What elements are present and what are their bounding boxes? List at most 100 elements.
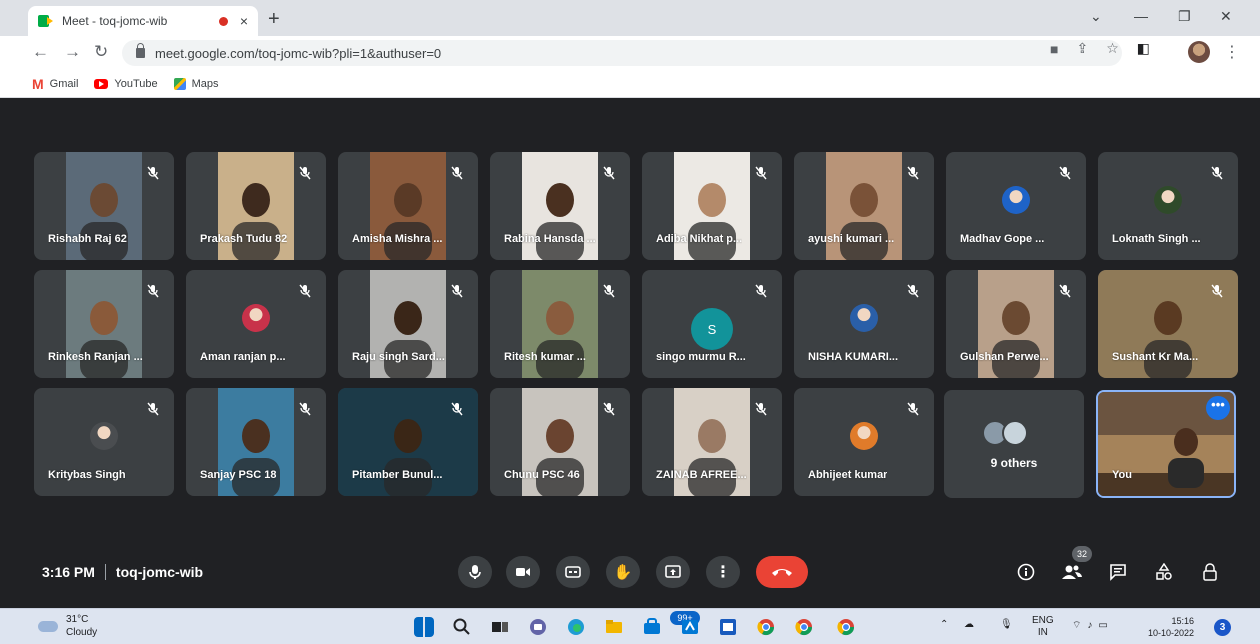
show-hidden-icons[interactable]: ⌃ (940, 619, 948, 630)
participant-name: Gulshan Perwe... (960, 351, 1049, 363)
share-icon[interactable]: ⇪ (1076, 40, 1088, 57)
mic-toggle-button[interactable] (458, 556, 492, 588)
divider (104, 564, 106, 580)
participant-tile[interactable]: Amisha Mishra ... (338, 152, 478, 260)
word-icon[interactable] (718, 617, 738, 637)
tab-search-chevron-icon[interactable]: ⌄ (1090, 8, 1102, 25)
participant-tile[interactable]: Rinkesh Ranjan ... (34, 270, 174, 378)
forward-button[interactable]: → (64, 42, 81, 62)
weather-text: 31°C Cloudy (66, 613, 97, 639)
others-tile[interactable]: 9 others (944, 390, 1084, 498)
network-volume-battery-icons[interactable]: ⌔♪▭ (1072, 619, 1114, 632)
lock-person-icon (1203, 563, 1217, 581)
participant-tile[interactable]: Raju singh Sard... (338, 270, 478, 378)
url-text: meet.google.com/toq-jomc-wib?pli=1&authu… (155, 45, 442, 61)
bookmark-gmail[interactable]: M Gmail (32, 76, 78, 92)
participant-avatar (242, 304, 270, 332)
camera-toggle-button[interactable] (506, 556, 540, 588)
store-icon[interactable] (642, 617, 662, 637)
notification-badge[interactable]: 3 (1214, 619, 1231, 636)
bookmark-label: YouTube (114, 77, 158, 90)
back-button[interactable]: ← (32, 42, 49, 62)
participant-tile[interactable]: Ritesh kumar ... (490, 270, 630, 378)
reload-button[interactable]: ↻ (94, 42, 108, 62)
meet-tab[interactable]: Meet - toq-jomc-wib × (28, 6, 258, 36)
chrome-active-icon[interactable] (836, 617, 856, 637)
participant-name: Madhav Gope ... (960, 233, 1045, 245)
participant-tile[interactable]: Chunu PSC 46 (490, 388, 630, 496)
bookmark-maps[interactable]: Maps (173, 77, 219, 90)
taskbar-clock[interactable]: 15:16 10-10-2022 (1148, 615, 1194, 639)
onedrive-icon[interactable]: ☁ (964, 619, 974, 630)
leave-call-button[interactable] (756, 556, 808, 588)
chrome-profile-icon[interactable] (794, 617, 814, 637)
mic-tray-icon[interactable]: 🎙 (1000, 619, 1013, 630)
browser-tab-bar: Meet - toq-jomc-wib × + ⌄ — ❐ ✕ (0, 0, 1260, 36)
edge-icon[interactable] (566, 617, 586, 637)
participant-tile[interactable]: Abhijeet kumar (794, 388, 934, 496)
participant-tile[interactable]: Rishabh Raj 62 (34, 152, 174, 260)
participant-tile[interactable]: Loknath Singh ... (1098, 152, 1238, 260)
bookmark-star-icon[interactable]: ☆ (1106, 40, 1119, 57)
search-icon[interactable] (452, 617, 472, 637)
participant-tile[interactable]: ZAINAB AFREE... (642, 388, 782, 496)
task-view-icon[interactable] (490, 617, 510, 637)
recording-indicator-icon (218, 16, 228, 26)
participant-tile[interactable]: ayushi kumari ... (794, 152, 934, 260)
participant-tile[interactable]: Kritybas Singh (34, 388, 174, 496)
participant-tile[interactable]: Adiba Nikhat p... (642, 152, 782, 260)
window-close-button[interactable]: ✕ (1220, 8, 1232, 25)
browser-menu-icon[interactable]: ⋮ (1224, 42, 1240, 62)
present-screen-button[interactable] (656, 556, 690, 588)
participant-tile[interactable]: Pitamber Bunul... (338, 388, 478, 496)
participant-tile[interactable]: Rabina Hansda ... (490, 152, 630, 260)
participant-name: Kritybas Singh (48, 469, 126, 481)
new-tab-button[interactable]: + (268, 8, 280, 31)
minimize-button[interactable]: — (1134, 8, 1148, 24)
participant-initial-avatar: S (691, 308, 733, 350)
raise-hand-button[interactable]: ✋ (606, 556, 640, 588)
cloud-icon (38, 620, 58, 632)
meeting-details-button[interactable] (1012, 558, 1040, 586)
language-indicator[interactable]: ENG IN (1032, 615, 1054, 639)
participant-name: Rinkesh Ranjan ... (48, 351, 143, 363)
restore-button[interactable]: ❐ (1178, 8, 1191, 25)
participant-tile[interactable]: Ssingo murmu R... (642, 270, 782, 378)
activities-button[interactable] (1150, 558, 1178, 586)
host-controls-button[interactable] (1196, 558, 1224, 586)
participant-name: Adiba Nikhat p... (656, 233, 743, 245)
more-options-button[interactable]: ⋮ (706, 556, 740, 588)
bookmark-youtube[interactable]: YouTube (94, 77, 158, 90)
participant-tile[interactable]: Prakash Tudu 82 (186, 152, 326, 260)
file-explorer-icon[interactable] (604, 617, 624, 637)
sidepanel-icon[interactable]: ◧ (1137, 40, 1150, 57)
participant-name: Abhijeet kumar (808, 469, 888, 481)
people-button[interactable] (1058, 558, 1086, 586)
maps-icon (173, 77, 186, 90)
chrome-icon[interactable] (756, 617, 776, 637)
tab-close-button[interactable]: × (240, 13, 248, 29)
avatar (1002, 420, 1028, 446)
weather-widget[interactable]: 31°C Cloudy (38, 613, 97, 639)
address-bar[interactable]: meet.google.com/toq-jomc-wib?pli=1&authu… (122, 40, 1122, 66)
chat-button[interactable] (1104, 558, 1132, 586)
participant-tile[interactable]: Sushant Kr Ma... (1098, 270, 1238, 378)
profile-avatar[interactable] (1188, 41, 1210, 63)
self-tile[interactable]: ••• You (1096, 390, 1236, 498)
participant-tile[interactable]: Gulshan Perwe... (946, 270, 1086, 378)
participant-tile[interactable]: Sanjay PSC 18 (186, 388, 326, 496)
activities-icon (1156, 563, 1172, 580)
self-more-options-button[interactable]: ••• (1206, 396, 1230, 420)
mic-muted-icon (602, 166, 616, 180)
participant-tile[interactable]: Aman ranjan p... (186, 270, 326, 378)
captions-button[interactable] (556, 556, 590, 588)
start-icon[interactable] (414, 617, 434, 637)
mic-muted-icon (906, 402, 920, 416)
chat-app-icon[interactable] (528, 617, 548, 637)
participant-tile[interactable]: Madhav Gope ... (946, 152, 1086, 260)
participant-tile[interactable]: NISHA KUMARI... (794, 270, 934, 378)
mic-muted-icon (1058, 166, 1072, 180)
mail-icon[interactable] (680, 617, 700, 637)
camera-in-use-icon[interactable]: ■ (1050, 41, 1058, 57)
participant-name: Aman ranjan p... (200, 351, 286, 363)
